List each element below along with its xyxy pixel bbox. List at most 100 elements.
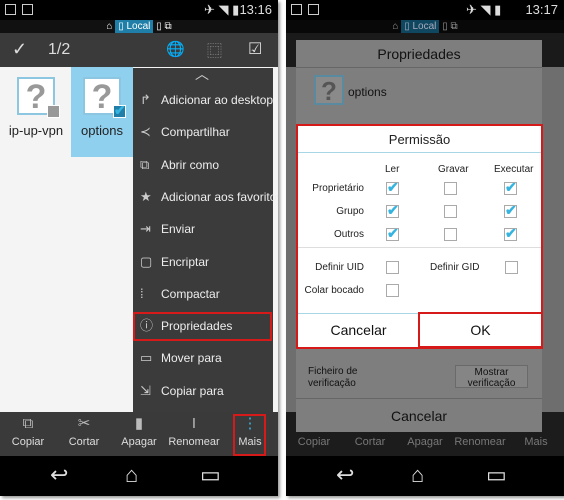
setgid-checkbox[interactable] bbox=[505, 261, 518, 274]
checksum-label: Ficheiro de verificação bbox=[308, 366, 358, 389]
menu-label: Mover para bbox=[161, 351, 222, 365]
file-name: ip-up-vpn bbox=[8, 123, 64, 138]
status-bar: ✈ ◥ ▮ 13:16 bbox=[0, 0, 278, 20]
file-item-selected[interactable]: ? options bbox=[71, 67, 133, 157]
copy-icon: ⧉ bbox=[22, 415, 34, 432]
file-checkbox[interactable] bbox=[113, 102, 126, 119]
menu-item-favorites[interactable]: ★ Adicionar aos favoritos bbox=[133, 182, 278, 212]
highlight-properties bbox=[133, 312, 272, 341]
checkbox-write[interactable] bbox=[444, 182, 457, 195]
permission-ok-button[interactable]: OK bbox=[418, 312, 543, 348]
menu-label: Adicionar aos favoritos bbox=[161, 190, 278, 204]
file-name: options bbox=[81, 123, 123, 138]
menu-item-share[interactable]: ≺ Compartilhar bbox=[133, 117, 273, 147]
column-write: Gravar bbox=[438, 164, 469, 175]
selection-toolbar: ✓ 1/2 🌐 ⿴ ☑ bbox=[0, 33, 278, 67]
highlight-more bbox=[233, 414, 266, 456]
permission-title: Permissão bbox=[298, 126, 541, 153]
location-label: Local bbox=[412, 21, 437, 32]
menu-label: Encriptar bbox=[161, 255, 210, 269]
trash-icon: ▮ bbox=[134, 415, 144, 432]
delete-label: Apagar bbox=[407, 436, 443, 448]
checkbox-execute[interactable] bbox=[504, 179, 517, 196]
copy-label: Copiar bbox=[11, 436, 45, 448]
nav-bar: ↩ ⌂ ▭ bbox=[286, 456, 564, 496]
home-button-icon[interactable]: ⌂ bbox=[125, 462, 138, 488]
checkbox-write[interactable] bbox=[444, 205, 457, 218]
menu-item-add-desktop[interactable]: ↱ Adicionar ao desktop bbox=[133, 85, 273, 115]
checkbox-read[interactable] bbox=[386, 225, 399, 242]
rename-button[interactable]: I Renomear bbox=[166, 412, 222, 456]
show-checksum-button[interactable]: Mostrar verificação bbox=[455, 365, 528, 389]
wifi-icon: ✈ ◥ ▮ bbox=[204, 2, 240, 17]
menu-label: Enviar bbox=[161, 222, 196, 236]
left-screen: ✈ ◥ ▮ 13:16 ⌂ ▯ Local ▯ ⧉ ✓ 1/2 🌐 ⿴ ☑ ? … bbox=[0, 0, 278, 496]
row-others: Outros bbox=[333, 229, 364, 240]
network-search-icon[interactable]: 🌐 bbox=[166, 40, 185, 58]
setuid-label: Definir UID bbox=[315, 262, 364, 273]
cancel-button[interactable]: Cancelar bbox=[296, 398, 542, 432]
briefcase-icon bbox=[22, 4, 33, 15]
checkbox-execute[interactable] bbox=[504, 202, 517, 219]
recents-icon[interactable]: ▭ bbox=[200, 462, 221, 488]
device-icon[interactable]: ▯ ⧉ bbox=[156, 21, 171, 32]
lock-icon: ▢ bbox=[140, 254, 153, 269]
location-label: Local bbox=[126, 21, 151, 32]
menu-item-encrypt[interactable]: ▢ Encriptar bbox=[133, 247, 273, 277]
menu-item-open-as[interactable]: ⧉ Abrir como bbox=[133, 150, 273, 180]
copy-label: Copiar bbox=[297, 436, 331, 448]
setuid-checkbox[interactable] bbox=[386, 261, 399, 274]
menu-item-compress[interactable]: ⁞ Compactar bbox=[133, 279, 273, 309]
menu-label: Copiar para bbox=[161, 384, 224, 398]
chevron-up-icon[interactable]: ︿ bbox=[195, 64, 209, 84]
add-desktop-icon: ↱ bbox=[140, 92, 151, 107]
briefcase-icon bbox=[308, 4, 319, 15]
copy-to-icon: ⇲ bbox=[140, 383, 151, 398]
device-icon[interactable]: ▯ ⧉ bbox=[442, 21, 457, 32]
rename-label: Renomear bbox=[454, 436, 506, 448]
checkbox-read[interactable] bbox=[386, 179, 399, 196]
cut-label: Cortar bbox=[354, 436, 386, 448]
row-group: Grupo bbox=[336, 206, 364, 217]
delete-label: Apagar bbox=[121, 436, 157, 448]
location-bar: ⌂ ▯ Local ▯ ⧉ bbox=[286, 20, 564, 33]
menu-item-copy-to[interactable]: ⇲ Copiar para bbox=[133, 376, 273, 406]
sticky-checkbox[interactable] bbox=[386, 284, 399, 297]
permission-cancel-button[interactable]: Cancelar bbox=[298, 313, 419, 346]
select-all-icon[interactable]: ☑ bbox=[248, 39, 262, 59]
clock: 13:16 bbox=[239, 2, 272, 17]
location-local[interactable]: ▯ Local bbox=[115, 20, 154, 33]
cut-button[interactable]: ✂ Cortar bbox=[56, 412, 112, 456]
column-read: Ler bbox=[385, 164, 400, 175]
rename-label: Renomear bbox=[168, 436, 220, 448]
share-icon: ≺ bbox=[140, 124, 151, 139]
wifi-icon: ✈ ◥ ▮ bbox=[466, 2, 502, 17]
file-name: options bbox=[348, 85, 387, 99]
image-icon bbox=[291, 4, 302, 15]
back-icon[interactable]: ↩ bbox=[336, 462, 354, 488]
recents-icon[interactable]: ▭ bbox=[486, 462, 507, 488]
checkbox-read[interactable] bbox=[386, 202, 399, 219]
status-bar: ✈ ◥ ▮ 13:17 bbox=[286, 0, 564, 20]
file-checkbox[interactable] bbox=[47, 105, 60, 118]
file-item[interactable]: ? ip-up-vpn bbox=[5, 67, 67, 157]
menu-item-send[interactable]: ⇥ Enviar bbox=[133, 214, 273, 244]
copy-button[interactable]: ⧉ Copiar bbox=[0, 412, 56, 456]
home-button-icon[interactable]: ⌂ bbox=[411, 462, 424, 488]
right-screen: ✈ ◥ ▮ 13:17 ⌂ ▯ Local ▯ ⧉ ⧉Copiar ✂Corta… bbox=[286, 0, 564, 496]
text-cursor-icon: I bbox=[191, 415, 197, 432]
home-icon[interactable]: ⌂ bbox=[106, 21, 112, 32]
home-icon[interactable]: ⌂ bbox=[392, 21, 398, 32]
checkbox-execute[interactable] bbox=[504, 225, 517, 242]
send-icon: ⇥ bbox=[140, 221, 151, 236]
invert-selection-icon[interactable]: ⿴ bbox=[207, 40, 222, 61]
done-check-icon[interactable]: ✓ bbox=[12, 39, 27, 60]
back-icon[interactable]: ↩ bbox=[50, 462, 68, 488]
menu-label: Compactar bbox=[161, 287, 220, 301]
selection-count: 1/2 bbox=[48, 41, 71, 58]
permission-dialog: Permissão Ler Gravar Executar Proprietár… bbox=[296, 124, 543, 349]
checkbox-write[interactable] bbox=[444, 228, 457, 241]
location-local[interactable]: ▯ Local bbox=[401, 20, 440, 33]
menu-item-move[interactable]: ▭ Mover para bbox=[133, 343, 273, 373]
delete-button[interactable]: ▮ Apagar bbox=[111, 412, 167, 456]
